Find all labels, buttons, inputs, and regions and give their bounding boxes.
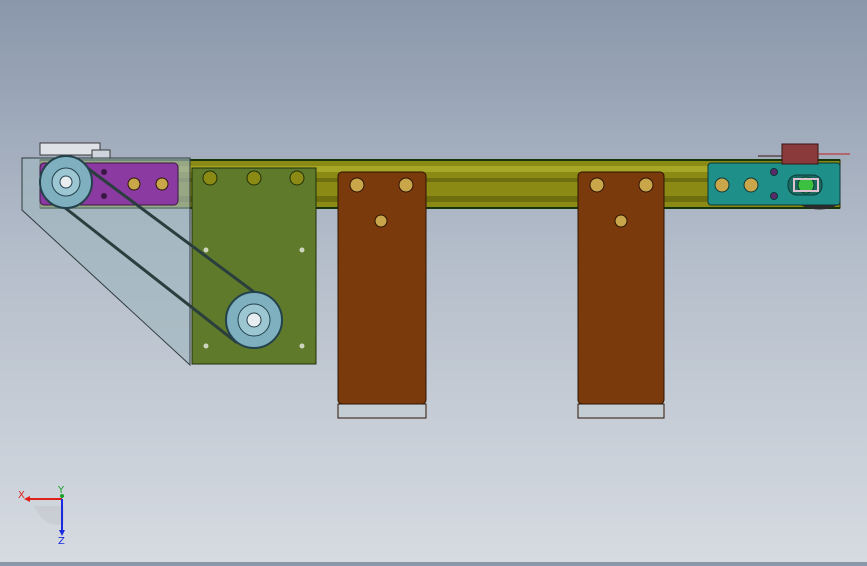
top-clamp-block xyxy=(39,142,101,156)
purple-hole-4 xyxy=(101,193,107,199)
plate-hole-2 xyxy=(246,170,262,186)
plate-hole-1 xyxy=(202,170,218,186)
sensor-block xyxy=(781,143,819,165)
purple-hole-3 xyxy=(101,169,107,175)
cyan-hole-1 xyxy=(714,177,730,193)
x-axis-arrow xyxy=(24,496,30,502)
bracket-1-screw xyxy=(374,214,388,228)
support-bracket-2 xyxy=(577,171,665,405)
z-axis-label: Z xyxy=(58,536,65,544)
triad-base xyxy=(34,506,64,525)
support-bracket-2-foot xyxy=(577,403,665,419)
plate-screw-3 xyxy=(203,343,209,349)
purple-hole-2 xyxy=(155,177,169,191)
bracket-1-hole-1 xyxy=(349,177,365,193)
bracket-2-screw xyxy=(614,214,628,228)
bracket-2-hole-2 xyxy=(638,177,654,193)
support-bracket-1 xyxy=(337,171,427,405)
bracket-1-hole-2 xyxy=(398,177,414,193)
bracket-2-hole-1 xyxy=(589,177,605,193)
cyan-screw-1 xyxy=(770,168,778,176)
plate-screw-2 xyxy=(299,247,305,253)
axis-triad: X Y Z xyxy=(14,484,74,547)
cyan-screw-2 xyxy=(770,192,778,200)
plate-screw-4 xyxy=(299,343,305,349)
support-bracket-1-foot xyxy=(337,403,427,419)
plate-hole-3 xyxy=(289,170,305,186)
cyan-hole-2 xyxy=(743,177,759,193)
purple-hole-1 xyxy=(127,177,141,191)
y-axis-label: Y xyxy=(57,485,65,496)
cad-viewport[interactable]: X Y Z xyxy=(0,0,867,562)
plate-screw-1 xyxy=(203,247,209,253)
drive-pulley-top-bore xyxy=(59,175,73,189)
x-axis-label: X xyxy=(18,490,25,501)
motor-pulley-bore xyxy=(246,312,262,328)
